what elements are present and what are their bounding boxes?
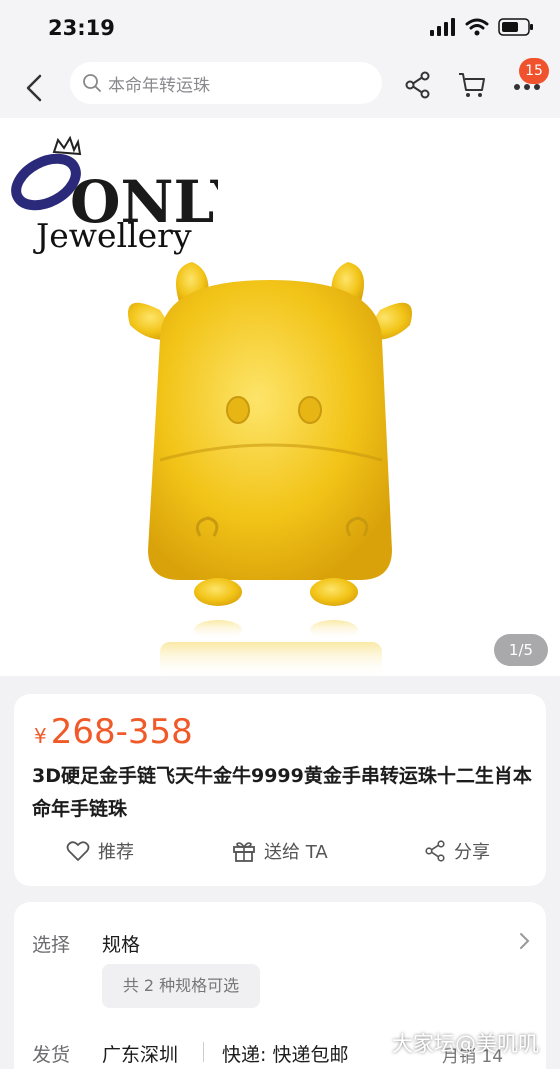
nav-bar: 本命年转运珠 (0, 58, 560, 118)
chevron-right-icon[interactable] (518, 932, 530, 950)
recommend-label: 推荐 (98, 842, 134, 863)
status-time: 23:19 (48, 16, 115, 40)
search-input[interactable]: 本命年转运珠 (70, 62, 382, 104)
cart-icon[interactable] (457, 70, 487, 100)
ship-from: 广东深圳 (102, 1044, 179, 1066)
cart-badge: 15 (519, 58, 549, 84)
recommend-button[interactable]: 推荐 (66, 838, 134, 864)
ship-label: 发货 (32, 1044, 71, 1066)
share-button[interactable]: 分享 (424, 838, 490, 864)
spec-options-chip[interactable]: 共 2 种规格可选 (102, 964, 260, 1008)
signal-icon (430, 18, 455, 36)
price-range: 268-358 (50, 712, 193, 752)
product-actions: 推荐 送给 TA 分享 (14, 838, 546, 870)
product-image[interactable]: ONLY Jewellery (0, 118, 560, 676)
share-icon (425, 840, 445, 862)
search-icon (83, 74, 101, 92)
price: ¥ 268-358 (34, 712, 193, 752)
wifi-icon (465, 18, 489, 36)
select-label: 选择 (32, 934, 71, 956)
share-label: 分享 (454, 842, 490, 863)
back-arrow-icon[interactable] (20, 70, 50, 106)
ship-method: 快递: 快递包邮 (222, 1044, 349, 1066)
select-value[interactable]: 规格 (102, 930, 140, 957)
battery-icon (498, 18, 533, 36)
divider (203, 1042, 204, 1062)
gold-ox-charm-image (128, 262, 412, 676)
price-currency: ¥ (34, 724, 47, 748)
gift-button[interactable]: 送给 TA (232, 838, 328, 864)
image-page-indicator: 1/5 (494, 634, 548, 666)
gift-icon (233, 842, 255, 862)
search-placeholder: 本命年转运珠 (108, 75, 210, 96)
status-bar: 23:19 (0, 0, 560, 58)
gift-label: 送给 TA (264, 842, 328, 863)
product-info-card: ¥ 268-358 3D硬足金手链飞天牛金牛9999黄金手串转运珠十二生肖本命年… (14, 694, 546, 886)
product-title: 3D硬足金手链飞天牛金牛9999黄金手串转运珠十二生肖本命年手链珠 (32, 765, 532, 820)
share-icon[interactable] (403, 70, 433, 100)
heart-icon (66, 841, 90, 861)
status-icons (430, 18, 534, 36)
watermark: 大家坛@美叽叽 (392, 1032, 539, 1056)
